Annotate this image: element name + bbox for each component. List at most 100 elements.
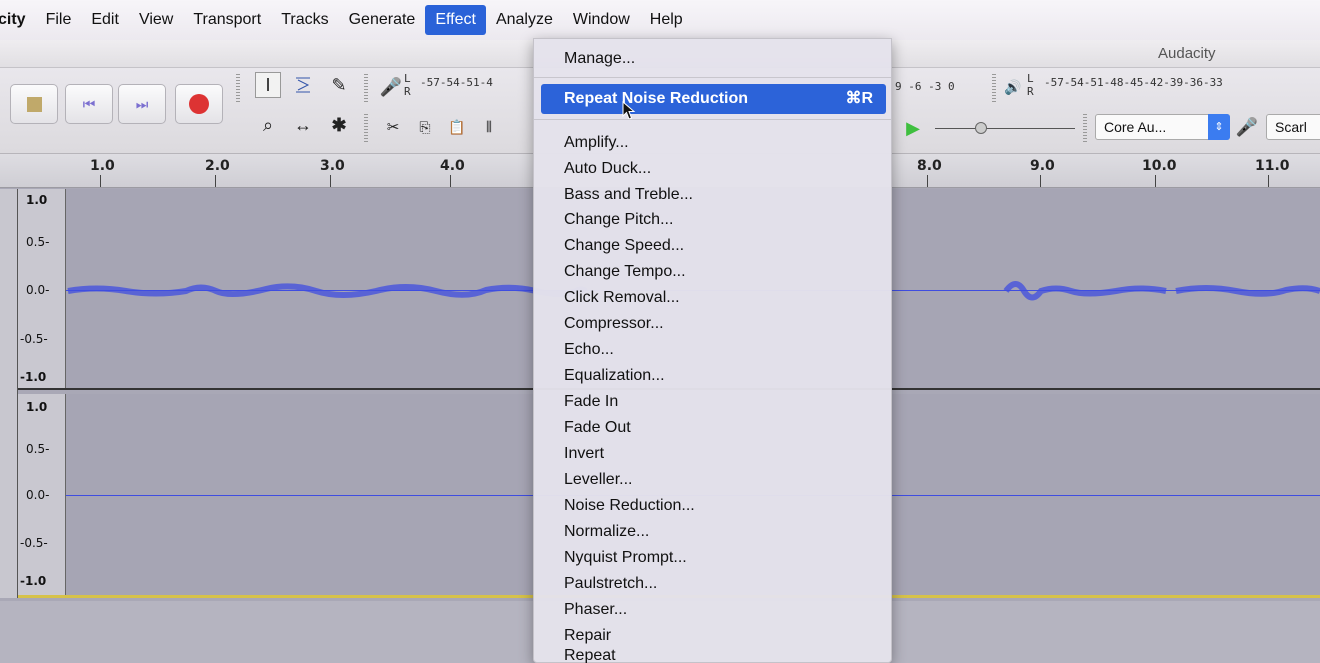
record-icon <box>189 94 209 114</box>
menu-item-phaser[interactable]: Phaser... <box>564 597 627 623</box>
record-meter-scale-end: 9 -6 -3 0 <box>895 80 955 93</box>
selection-tool-icon[interactable]: I <box>255 72 281 98</box>
menu-item-echo[interactable]: Echo... <box>564 337 614 363</box>
ruler-tick <box>1040 175 1041 187</box>
play-meter-channel-l: L <box>1027 72 1034 85</box>
menu-item-noise-reduction[interactable]: Noise Reduction... <box>564 493 695 519</box>
ruler-tick <box>215 175 216 187</box>
repeat-noise-reduction-label: Repeat Noise Reduction <box>564 90 749 107</box>
skip-start-icon: ⏮ <box>82 95 96 112</box>
ruler-label: 8.0 <box>917 158 942 174</box>
scale-label: 0.0- <box>26 488 50 502</box>
menu-tracks[interactable]: Tracks <box>271 5 338 35</box>
play-at-speed-icon[interactable]: ▶ <box>900 115 926 141</box>
microphone-icon: 🎤 <box>1235 116 1259 137</box>
ruler-tick <box>1155 175 1156 187</box>
menu-item-normalize[interactable]: Normalize... <box>564 519 649 545</box>
menu-help[interactable]: Help <box>640 5 693 35</box>
ruler-label: 9.0 <box>1030 158 1055 174</box>
amplitude-ruler: 1.0 0.5- 0.0- -0.5- -1.0 <box>18 394 66 595</box>
scale-label: 0.5- <box>26 442 50 456</box>
menu-app[interactable]: city <box>0 5 36 35</box>
menu-view[interactable]: View <box>129 5 183 35</box>
envelope-tool-icon[interactable] <box>290 72 316 98</box>
skip-to-start-button[interactable]: ⏮ <box>65 84 113 124</box>
menu-item-change-pitch[interactable]: Change Pitch... <box>564 207 673 233</box>
multi-tool-icon[interactable]: ✱ <box>326 112 352 138</box>
amplitude-ruler: 1.0 0.5- 0.0- -0.5- -1.0 <box>18 189 66 388</box>
zoom-tool-icon[interactable]: ⌕ <box>255 112 281 138</box>
menu-file[interactable]: File <box>36 5 82 35</box>
menu-item-auto-duck[interactable]: Auto Duck... <box>564 156 651 182</box>
track-control-panel[interactable] <box>0 189 18 598</box>
record-meter-channel-r: R <box>404 85 411 98</box>
toolbar-grip[interactable] <box>1083 114 1087 144</box>
timeshift-tool-icon[interactable]: ↔ <box>290 112 316 138</box>
output-device-select[interactable]: Scarl <box>1266 114 1320 140</box>
draw-tool-icon[interactable]: ✎ <box>326 72 352 98</box>
ruler-label: 3.0 <box>320 158 345 174</box>
menu-item-equalization[interactable]: Equalization... <box>564 363 665 389</box>
skip-end-icon: ⏭ <box>135 95 149 112</box>
menu-item-leveller[interactable]: Leveller... <box>564 467 632 493</box>
menu-item-repeat[interactable]: Repeat <box>564 647 616 663</box>
scale-label: -0.5- <box>20 536 48 550</box>
slider-thumb[interactable] <box>975 122 987 134</box>
menu-item-change-speed[interactable]: Change Speed... <box>564 233 684 259</box>
menu-item-compressor[interactable]: Compressor... <box>564 311 664 337</box>
menu-analyze[interactable]: Analyze <box>486 5 563 35</box>
stop-icon <box>26 96 42 112</box>
menu-item-manage[interactable]: Manage... <box>564 46 635 72</box>
record-meter-scale: -57-54-51-4 <box>420 76 493 89</box>
ruler-tick <box>1268 175 1269 187</box>
record-button[interactable] <box>175 84 223 124</box>
scale-label: -1.0 <box>20 370 47 384</box>
select-arrows-icon: ⇕ <box>1208 114 1230 140</box>
toolbar-grip[interactable] <box>364 74 368 104</box>
toolbar-grip[interactable] <box>236 74 240 104</box>
paste-icon[interactable]: 📋 <box>444 114 470 140</box>
menu-item-amplify[interactable]: Amplify... <box>564 130 629 156</box>
toolbar-grip[interactable] <box>992 74 996 104</box>
menu-item-fade-in[interactable]: Fade In <box>564 389 618 415</box>
ruler-tick <box>927 175 928 187</box>
scale-label: 0.5- <box>26 235 50 249</box>
record-meter-channel-l: L <box>404 72 411 85</box>
menu-separator <box>534 119 891 120</box>
menu-item-click-removal[interactable]: Click Removal... <box>564 285 680 311</box>
skip-to-end-button[interactable]: ⏭ <box>118 84 166 124</box>
repeat-shortcut: ⌘R <box>845 90 873 107</box>
play-speed-slider[interactable] <box>935 120 1075 136</box>
scale-label: -0.5- <box>20 332 48 346</box>
menu-separator <box>534 77 891 78</box>
menu-item-bass-and-treble[interactable]: Bass and Treble... <box>564 182 693 208</box>
copy-icon[interactable]: ⎘ <box>412 114 438 140</box>
speaker-icon[interactable]: 🔊 <box>1000 74 1026 100</box>
cut-icon[interactable]: ✂ <box>380 114 406 140</box>
window-title: Audacity <box>1158 45 1216 62</box>
menu-edit[interactable]: Edit <box>81 5 129 35</box>
audio-host-select[interactable]: Core Au... ⇕ <box>1095 114 1230 140</box>
toolbar-grip[interactable] <box>364 114 368 144</box>
menu-item-invert[interactable]: Invert <box>564 441 604 467</box>
scale-label: 0.0- <box>26 283 50 297</box>
record-meter-icon[interactable]: 🎤 <box>378 74 404 100</box>
menu-window[interactable]: Window <box>563 5 640 35</box>
menu-item-nyquist-prompt[interactable]: Nyquist Prompt... <box>564 545 687 571</box>
play-meter-channel-r: R <box>1027 85 1034 98</box>
ruler-tick <box>450 175 451 187</box>
menu-item-repair[interactable]: Repair <box>564 623 611 649</box>
menu-bar: city File Edit View Transport Tracks Gen… <box>0 0 1320 40</box>
menu-transport[interactable]: Transport <box>183 5 271 35</box>
ruler-label: 4.0 <box>440 158 465 174</box>
mouse-pointer-icon <box>622 101 636 120</box>
menu-item-fade-out[interactable]: Fade Out <box>564 415 631 441</box>
trim-icon[interactable]: ⫼ <box>476 114 502 140</box>
menu-effect[interactable]: Effect <box>425 5 486 35</box>
stop-button[interactable] <box>10 84 58 124</box>
audio-host-value: Core Au... <box>1104 119 1167 135</box>
ruler-label: 1.0 <box>90 158 115 174</box>
menu-item-change-tempo[interactable]: Change Tempo... <box>564 259 686 285</box>
menu-generate[interactable]: Generate <box>339 5 426 35</box>
menu-item-paulstretch[interactable]: Paulstretch... <box>564 571 657 597</box>
